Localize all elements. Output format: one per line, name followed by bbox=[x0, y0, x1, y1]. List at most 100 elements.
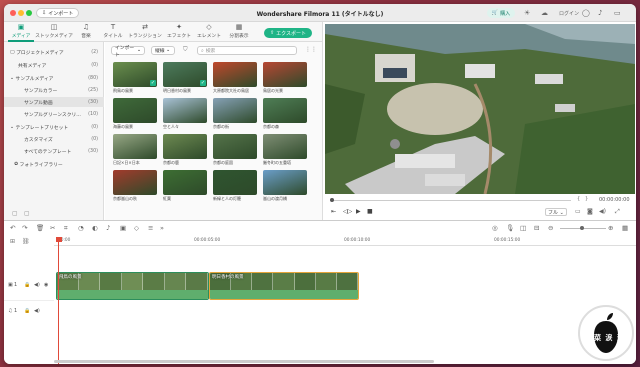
bulb-icon[interactable]: ☀ bbox=[524, 9, 530, 17]
snap-icon[interactable]: ⊟ bbox=[534, 224, 539, 232]
crop-icon[interactable]: ⌗ bbox=[64, 224, 68, 233]
media-thumbnail[interactable]: 紅葉 bbox=[163, 170, 207, 202]
tab-split-screen[interactable]: ▦ 分割表示 bbox=[224, 23, 254, 39]
media-thumbnail[interactable]: ✓ 明日香村の風景 bbox=[163, 62, 207, 94]
adjust-icon[interactable]: ≡ bbox=[148, 224, 153, 232]
media-thumbnail[interactable]: 日記×日×日本 bbox=[113, 134, 157, 166]
video-clip[interactable]: 明日香村の風景 bbox=[209, 272, 359, 300]
lock-icon[interactable]: 🔒 bbox=[24, 308, 30, 314]
export-button[interactable]: ⇪ エクスポート bbox=[264, 28, 312, 38]
tracks-icon[interactable]: ▦ bbox=[622, 224, 628, 232]
search-input[interactable]: ⌕ 検索 bbox=[197, 46, 297, 55]
layout-icon[interactable]: ▭ bbox=[614, 9, 621, 17]
mark-out-icon[interactable]: } bbox=[585, 196, 588, 202]
timeline-scrollbar[interactable] bbox=[54, 360, 434, 363]
sidebar-item-project-media[interactable]: ▢ プロジェクトメディア (2) bbox=[4, 47, 104, 57]
sidebar-item-all-templates[interactable]: すべてのテンプレート (30) bbox=[4, 146, 104, 156]
media-thumbnail[interactable]: 海藤の風景 bbox=[113, 98, 157, 130]
playhead-handle[interactable] bbox=[56, 237, 62, 242]
zoom-slider-handle[interactable] bbox=[580, 226, 584, 230]
media-thumbnail[interactable]: 京都嵐山の秋 bbox=[113, 170, 157, 202]
folder-options-icon[interactable]: ▢ bbox=[24, 210, 30, 217]
redo-icon[interactable]: ↷ bbox=[22, 224, 27, 232]
import-dropdown[interactable]: インポート ⌄ bbox=[111, 46, 145, 58]
sidebar-item-sample-greenscreen[interactable]: サンプルグリーンスクリ... (10) bbox=[4, 109, 104, 119]
tab-transitions[interactable]: ⇄ トランジション bbox=[126, 23, 164, 39]
mark-in-icon[interactable]: { bbox=[577, 196, 580, 202]
tab-elements[interactable]: ◇ エレメント bbox=[194, 23, 224, 39]
sort-dropdown[interactable]: 縦線 ⌄ bbox=[151, 46, 175, 55]
mic-icon[interactable]: 🎙 bbox=[506, 224, 514, 232]
link-icon[interactable]: ⛓ bbox=[22, 238, 30, 245]
media-thumbnail[interactable]: 厳冬町の五重塔 bbox=[263, 134, 307, 166]
render-icon[interactable]: ◎ bbox=[492, 224, 498, 232]
transition-icon: ⇄ bbox=[142, 23, 148, 31]
media-thumbnail[interactable]: 鳥居の光景 bbox=[263, 62, 307, 94]
lock-icon[interactable]: 🔒 bbox=[24, 282, 30, 288]
preview-scrubber[interactable] bbox=[331, 200, 571, 201]
speed-icon[interactable]: ◔ bbox=[78, 224, 84, 232]
sidebar-item-template-presets[interactable]: ⌄ テンプレートプリセット (0) bbox=[4, 122, 104, 132]
voiceover-icon[interactable]: ◫ bbox=[520, 224, 526, 232]
volume-icon[interactable]: ◀) bbox=[599, 208, 606, 215]
sidebar-item-shared-media[interactable]: 共有メディア (0) bbox=[4, 60, 104, 70]
tab-effects[interactable]: ✦ エフェクト bbox=[164, 23, 194, 39]
cut-icon[interactable]: ✂ bbox=[50, 224, 55, 232]
color-icon[interactable]: ◐ bbox=[92, 224, 98, 232]
sidebar-item-sample-media[interactable]: ⌄ サンプルメディア (80) bbox=[4, 73, 104, 83]
volume-icon[interactable]: ◀) bbox=[34, 282, 40, 288]
grid-view-icon[interactable]: ⋮⋮ bbox=[305, 46, 317, 53]
tab-stock-media[interactable]: ◫ ストックメディア bbox=[34, 23, 74, 39]
buy-button[interactable]: 🛒 購入 bbox=[487, 8, 515, 18]
zoom-out-icon[interactable]: ⊖ bbox=[548, 224, 553, 232]
tab-music[interactable]: ♫ 音楽 bbox=[74, 23, 98, 39]
media-thumbnail[interactable]: 空と人々 bbox=[163, 98, 207, 130]
media-thumbnail[interactable]: ✓ 飛鳥の風景 bbox=[113, 62, 157, 94]
playback-controls: { } 00:00:00:00 ⇤ ◁▷ ▶ ■ フル ⌄ ▭ ◙ ◀) ⤢ bbox=[323, 194, 636, 220]
sidebar-item-sample-colors[interactable]: サンプルカラー (25) bbox=[4, 85, 104, 95]
playhead[interactable] bbox=[58, 237, 59, 364]
media-thumbnail[interactable]: 京都の森 bbox=[263, 98, 307, 130]
snapshot-icon[interactable]: ◙ bbox=[587, 208, 593, 215]
filter-icon[interactable]: ⛉ bbox=[183, 46, 188, 54]
media-thumbnail[interactable]: 京都の庭園 bbox=[213, 134, 257, 166]
undo-icon[interactable]: ↶ bbox=[10, 224, 15, 232]
audio-icon[interactable]: ♪ bbox=[106, 224, 110, 232]
prev-frame-icon[interactable]: ⇤ bbox=[331, 208, 336, 215]
quality-dropdown[interactable]: フル ⌄ bbox=[545, 208, 567, 216]
thumbnail-caption: 明日香村の風景 bbox=[163, 88, 191, 93]
fullscreen-icon[interactable]: ⤢ bbox=[615, 208, 620, 216]
stop-icon[interactable]: ■ bbox=[367, 208, 373, 215]
login-button[interactable]: ログイン bbox=[559, 10, 579, 17]
volume-icon[interactable]: ◀) bbox=[34, 308, 40, 314]
eye-icon[interactable]: ◉ bbox=[44, 282, 48, 288]
media-thumbnail[interactable]: 新緑と人の灯籠 bbox=[213, 170, 257, 202]
thumbnail-image bbox=[263, 170, 307, 195]
zoom-in-icon[interactable]: ⊕ bbox=[608, 224, 613, 232]
sidebar-item-sample-videos[interactable]: サンプル動画 (30) bbox=[4, 97, 104, 107]
account-icon[interactable]: ◯ bbox=[582, 9, 590, 17]
sidebar-item-customize[interactable]: カスタマイズ (0) bbox=[4, 134, 104, 144]
video-clip[interactable]: 飛鳥の風景 bbox=[56, 272, 209, 300]
media-thumbnail[interactable]: 嵐山の渡月橋 bbox=[263, 170, 307, 202]
timeline-ruler[interactable]: 00:00 00:00:05:00 00:00:10:00 00:00:15:0… bbox=[54, 237, 636, 246]
tab-media[interactable]: ▣ メディア bbox=[6, 23, 36, 42]
add-track-icon[interactable]: ⊞ bbox=[10, 238, 15, 245]
delete-icon[interactable]: 🗑 bbox=[36, 224, 44, 232]
media-thumbnail[interactable]: 京都の鹿 bbox=[163, 134, 207, 166]
media-thumbnail[interactable]: 大原都院大社の鳥居 bbox=[213, 62, 257, 94]
sidebar-item-photo-library[interactable]: ✿ フォトライブラリー bbox=[4, 159, 104, 169]
tab-titles[interactable]: T タイトル bbox=[98, 23, 128, 39]
new-folder-icon[interactable]: ▢ bbox=[12, 210, 18, 217]
thumbnail-caption: 飛鳥の風景 bbox=[113, 88, 133, 93]
cloud-icon[interactable]: ☁ bbox=[541, 9, 548, 17]
more-icon[interactable]: » bbox=[160, 224, 164, 232]
play-icon[interactable]: ▶ bbox=[356, 208, 361, 215]
keyframe-icon[interactable]: ◇ bbox=[134, 224, 139, 232]
media-thumbnail[interactable]: 京都の街 bbox=[213, 98, 257, 130]
notification-icon[interactable]: ♪ bbox=[598, 9, 602, 17]
step-back-icon[interactable]: ◁▷ bbox=[343, 208, 352, 215]
green-screen-icon[interactable]: ▣ bbox=[120, 224, 126, 232]
display-icon[interactable]: ▭ bbox=[575, 208, 581, 215]
scrubber-handle[interactable] bbox=[330, 198, 334, 202]
